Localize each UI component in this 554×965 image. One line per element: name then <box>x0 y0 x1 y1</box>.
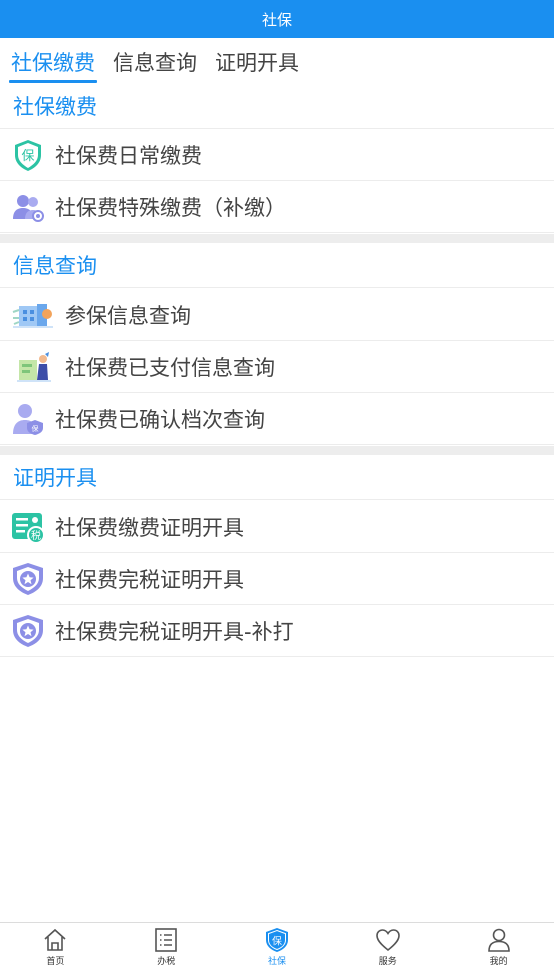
section-title-query: 信息查询 <box>0 243 554 288</box>
section-divider <box>0 234 554 243</box>
list-item-confirmed-level[interactable]: 保 社保费已确认档次查询 <box>0 393 554 445</box>
list-item-special-payment[interactable]: 社保费特殊缴费（补缴） <box>0 181 554 233</box>
list-item-label: 社保费完税证明开具-补打 <box>55 619 294 644</box>
nav-label: 社保 <box>267 957 286 965</box>
list-item-label: 社保费缴费证明开具 <box>55 515 244 540</box>
list-item-paid-info[interactable]: 社保费已支付信息查询 <box>0 341 554 393</box>
nav-label: 服务 <box>378 957 397 965</box>
shield-bao-icon: 保 <box>264 927 290 953</box>
nav-tax[interactable]: 办税 <box>111 923 222 965</box>
bottom-nav: 首页 办税 保 社保 服务 我的 <box>0 922 554 965</box>
tab-social-payment[interactable]: 社保缴费 <box>9 38 97 84</box>
tab-bar: 社保缴费 信息查询 证明开具 <box>0 38 554 84</box>
svg-text:税: 税 <box>31 529 41 542</box>
list-item-daily-payment[interactable]: 保 社保费日常缴费 <box>0 129 554 181</box>
user-badge-icon: 保 <box>11 402 45 436</box>
nav-label: 办税 <box>157 957 176 965</box>
section-title-payment: 社保缴费 <box>0 84 554 129</box>
svg-text:保: 保 <box>32 424 39 433</box>
people-group-icon <box>11 190 45 224</box>
nav-home[interactable]: 首页 <box>0 923 111 965</box>
page-title: 社保 <box>261 10 292 29</box>
heart-icon <box>375 927 401 953</box>
star-shield-icon <box>11 562 45 596</box>
list-item-insured-info[interactable]: 参保信息查询 <box>0 289 554 341</box>
list-item-label: 社保费已确认档次查询 <box>55 407 265 432</box>
list-item-label: 社保费日常缴费 <box>55 143 202 168</box>
section-divider <box>0 446 554 455</box>
list-icon <box>153 927 179 953</box>
user-icon <box>486 927 512 953</box>
building-illustration-icon <box>11 298 55 332</box>
nav-social-security[interactable]: 保 社保 <box>222 923 333 965</box>
list-item-tax-certificate[interactable]: 社保费完税证明开具 <box>0 553 554 605</box>
list-item-label: 社保费特殊缴费（补缴） <box>55 195 286 220</box>
section-title: 信息查询 <box>13 254 97 278</box>
star-shield-icon <box>11 614 45 648</box>
nav-profile[interactable]: 我的 <box>443 923 554 965</box>
list-item-tax-certificate-reprint[interactable]: 社保费完税证明开具-补打 <box>0 605 554 657</box>
tab-info-query[interactable]: 信息查询 <box>113 38 197 84</box>
shield-bao-icon: 保 <box>11 138 45 172</box>
list-item-label: 社保费完税证明开具 <box>55 567 244 592</box>
tab-certificate[interactable]: 证明开具 <box>215 38 299 84</box>
section-title-certificate: 证明开具 <box>0 455 554 500</box>
section-title: 证明开具 <box>13 466 97 490</box>
svg-text:保: 保 <box>272 935 282 948</box>
person-chart-illustration-icon <box>11 350 55 384</box>
nav-label: 首页 <box>46 957 65 965</box>
nav-label: 我的 <box>489 957 508 965</box>
list-item-label: 社保费已支付信息查询 <box>65 355 275 380</box>
section-title: 社保缴费 <box>13 95 97 119</box>
tax-document-icon: 税 <box>11 510 45 544</box>
svg-text:保: 保 <box>21 149 34 164</box>
home-icon <box>42 927 68 953</box>
list-item-label: 参保信息查询 <box>65 303 191 328</box>
nav-service[interactable]: 服务 <box>332 923 443 965</box>
list-item-payment-certificate[interactable]: 税 社保费缴费证明开具 <box>0 501 554 553</box>
title-bar: 社保 <box>0 0 554 38</box>
